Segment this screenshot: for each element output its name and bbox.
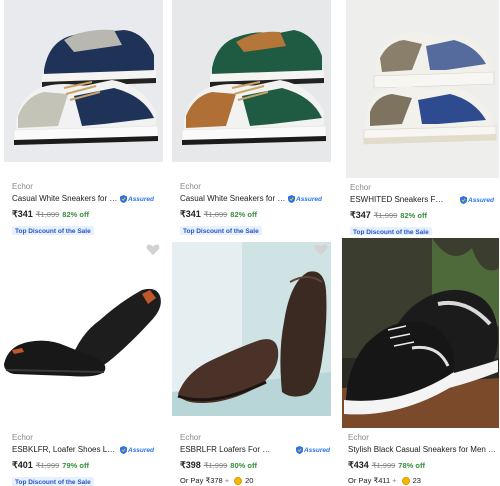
product-grid: Echor Casual White Sneakers for Men ... … (0, 0, 500, 486)
product-image[interactable] (172, 0, 331, 162)
coin-pay-option: Or Pay ₹411 + 23 (348, 476, 499, 485)
shield-icon (120, 446, 127, 454)
product-card[interactable]: Echor ESWHITED Sneakers For Men Assured … (336, 0, 499, 235)
coin-pay-option: Or Pay ₹378 + 20 (180, 476, 330, 485)
product-discount: 78% off (398, 461, 425, 470)
product-card[interactable]: Echor ESBKLFR, Loafer Shoes Loafers ... … (0, 238, 163, 486)
product-brand: Echor (348, 433, 369, 442)
product-brand: Echor (12, 433, 33, 442)
product-price: ₹434 (348, 460, 369, 470)
shield-icon (295, 446, 303, 454)
brown-loafers-image (172, 242, 331, 416)
product-card[interactable]: Echor ESBRLFR Loafers For Men Assured ₹3… (168, 238, 331, 486)
product-price: ₹347 (350, 210, 371, 220)
product-mrp: ₹1,999 (35, 461, 60, 470)
product-card[interactable]: Echor Stylish Black Casual Sneakers for … (336, 238, 499, 486)
product-discount: 79% off (62, 461, 89, 470)
product-discount: 82% off (400, 211, 427, 220)
supercoin-icon (234, 476, 243, 485)
product-image[interactable] (346, 0, 499, 178)
product-mrp: ₹1,999 (203, 461, 228, 470)
assured-label: Assured (296, 195, 323, 203)
product-card[interactable]: Echor Casual White Sneakers for Men ... … (168, 0, 331, 235)
product-image[interactable] (4, 0, 163, 162)
shield-icon (120, 195, 127, 203)
product-price: ₹398 (180, 460, 201, 470)
product-discount: 80% off (230, 461, 257, 470)
black-sneakers-image (342, 238, 499, 428)
sale-badge: Top Discount of the Sale (12, 477, 94, 486)
assured-label: Assured (128, 446, 155, 454)
product-title[interactable]: ESBRLFR Loafers For Men (180, 445, 272, 455)
product-mrp: ₹1,999 (373, 211, 398, 220)
product-title[interactable]: Casual White Sneakers for Men ... (180, 194, 286, 204)
product-brand: Echor (180, 182, 201, 191)
product-title[interactable]: Casual White Sneakers for Men ... (12, 194, 118, 204)
product-discount: 82% off (230, 210, 257, 219)
pay-coins: 23 (412, 476, 421, 485)
pay-price: ₹411 (373, 476, 391, 485)
product-price: ₹401 (12, 460, 33, 470)
product-price: ₹341 (180, 209, 201, 219)
plus-sign: + (392, 476, 397, 485)
navy-grey-sneakers-image (4, 0, 163, 162)
product-image[interactable] (342, 238, 499, 428)
product-mrp: ₹1,099 (35, 210, 60, 219)
sale-badge: Top Discount of the Sale (350, 227, 432, 235)
assured-label: Assured (303, 446, 330, 454)
supercoin-icon (401, 476, 410, 485)
black-loafers-image (0, 238, 163, 414)
product-mrp: ₹1,099 (203, 210, 228, 219)
assured-label: Assured (468, 196, 495, 204)
assured-badge: Assured (295, 446, 330, 454)
product-card[interactable]: Echor Casual White Sneakers for Men ... … (0, 0, 163, 235)
assured-label: Assured (128, 195, 155, 203)
pay-prefix: Or Pay (348, 476, 372, 485)
pay-price: ₹378 (205, 476, 223, 485)
assured-badge: Assured (288, 195, 322, 203)
heart-icon[interactable] (146, 244, 160, 256)
product-brand: Echor (180, 433, 201, 442)
shield-icon (288, 195, 295, 203)
assured-badge: Assured (120, 446, 154, 454)
assured-badge: Assured (120, 195, 154, 203)
product-title[interactable]: ESBKLFR, Loafer Shoes Loafers ... (12, 445, 118, 455)
green-brown-sneakers-image (172, 0, 331, 162)
product-image[interactable] (0, 238, 163, 414)
product-brand: Echor (350, 183, 371, 192)
assured-badge: Assured (460, 196, 494, 204)
pay-coins: 20 (245, 476, 254, 485)
product-image[interactable] (172, 242, 331, 416)
shield-icon (460, 196, 467, 204)
sale-badge: Top Discount of the Sale (180, 226, 262, 235)
product-discount: 82% off (62, 210, 89, 219)
pay-prefix: Or Pay (180, 476, 204, 485)
heart-icon[interactable] (314, 244, 328, 256)
sale-badge: Top Discount of the Sale (12, 226, 94, 235)
printed-white-sneakers-image (346, 0, 499, 178)
product-price: ₹341 (12, 209, 33, 219)
product-title[interactable]: Stylish Black Casual Sneakers for Men ~ … (348, 445, 498, 455)
plus-sign: + (224, 476, 230, 485)
product-mrp: ₹1,999 (371, 461, 396, 470)
product-brand: Echor (12, 182, 33, 191)
product-title[interactable]: ESWHITED Sneakers For Men (350, 195, 446, 205)
